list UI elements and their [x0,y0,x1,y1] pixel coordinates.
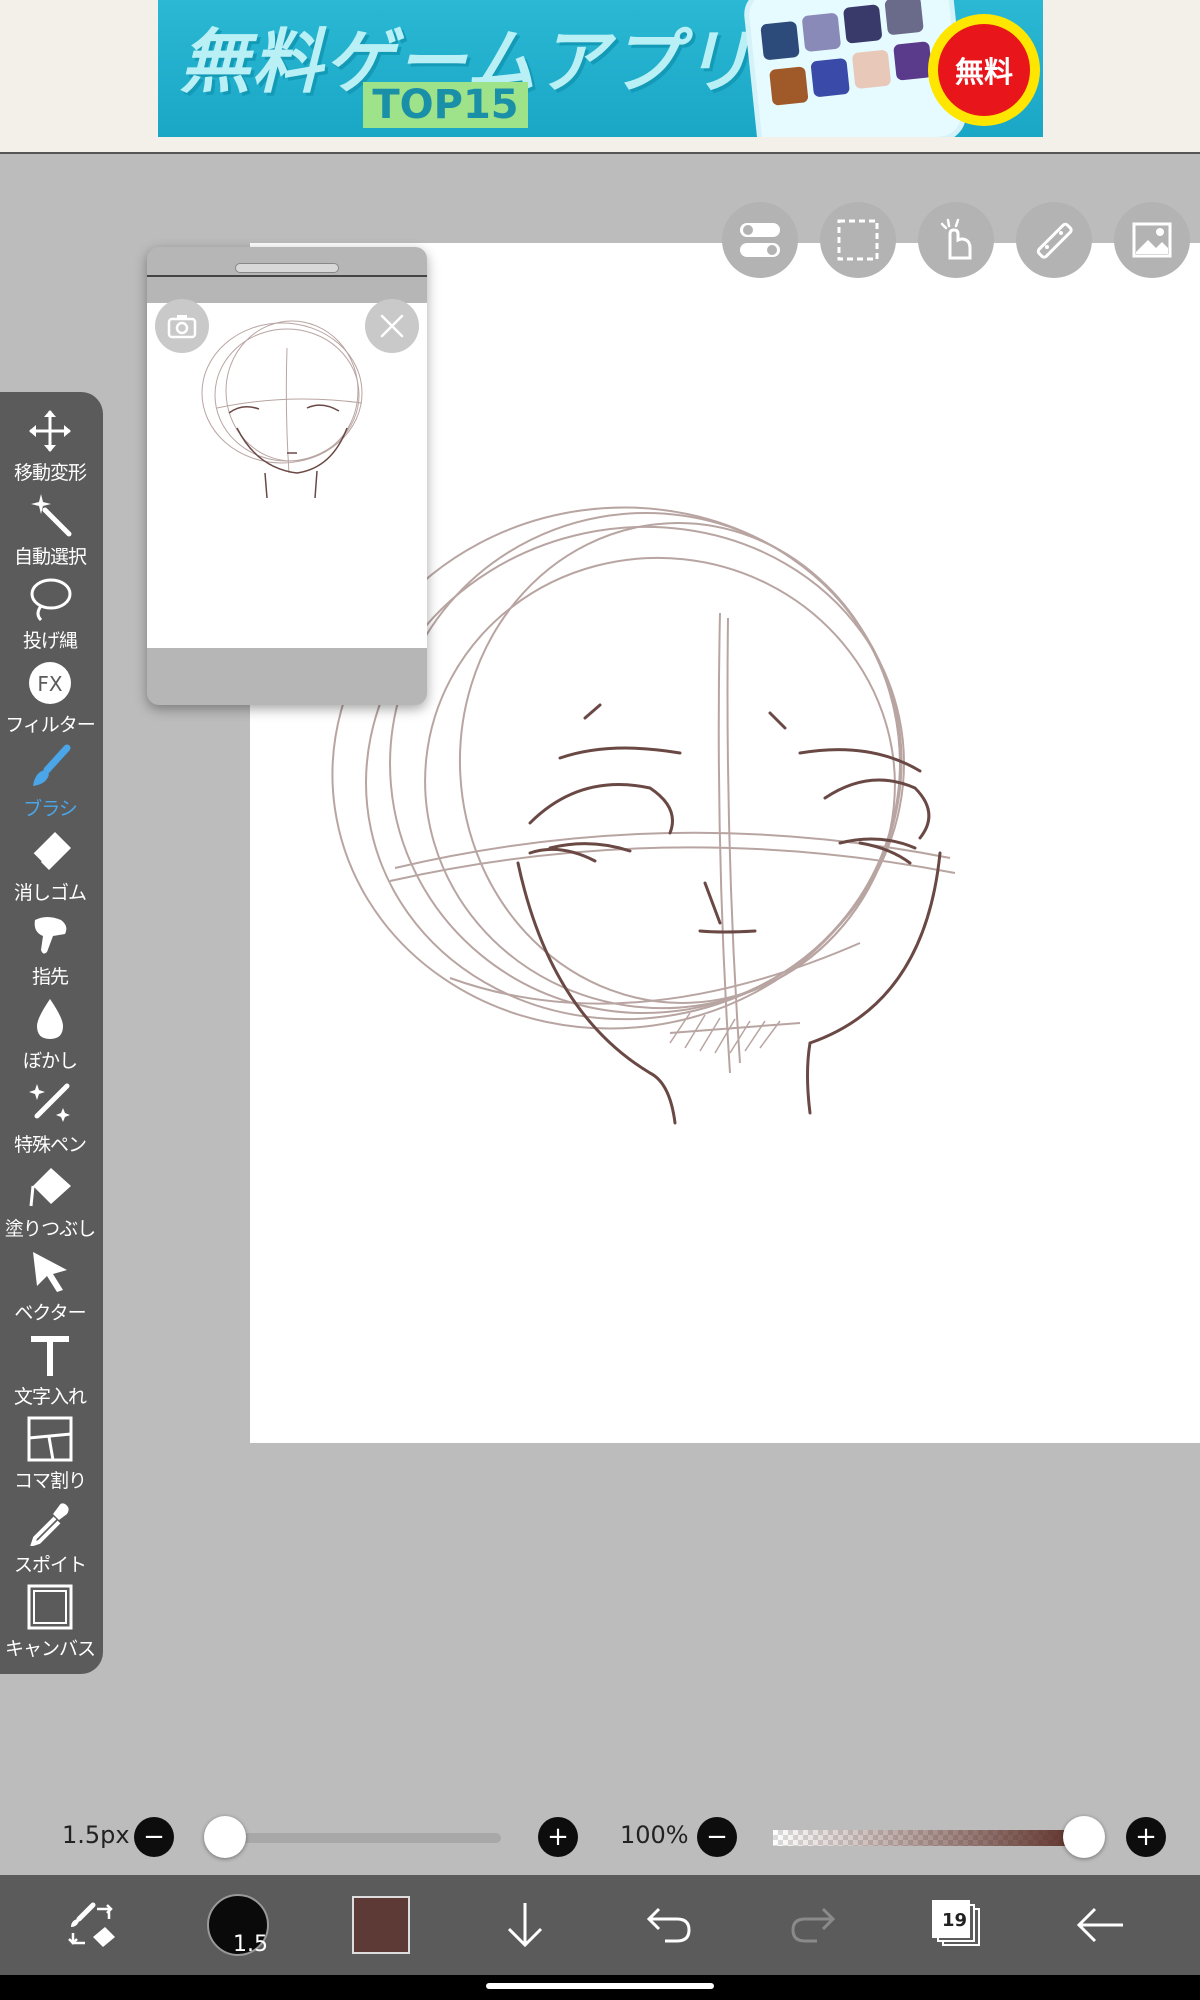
tool-label: 移動変形 [13,462,87,484]
tool-lasso[interactable]: 投げ縄 [0,572,100,656]
toggle-icon[interactable] [722,202,798,278]
svg-text:FX: FX [37,672,63,696]
canvas-icon [25,1582,75,1632]
preview-drag-handle[interactable] [235,263,339,273]
finger-icon [25,910,75,960]
vector-arrow-icon [25,1246,75,1296]
lasso-icon [25,574,75,624]
brush-icon [25,742,75,792]
size-increase-button[interactable]: + [538,1817,578,1857]
tool-label: キャンバス [4,1638,96,1660]
tool-filter[interactable]: FX フィルター [0,656,100,740]
tool-label: フィルター [5,714,96,736]
ad-badge-text: 無料 [938,24,1030,116]
ad-area: 無料ゲームアプリ TOP15 無料 [0,0,1200,154]
tool-label: 投げ縄 [22,630,78,652]
tool-label: 塗りつぶし [4,1218,96,1240]
fx-icon: FX [25,658,75,708]
tool-label: 消しゴム [13,882,87,904]
eyedropper-icon [25,1498,75,1548]
preview-divider [147,275,427,277]
brush-size-slider[interactable] [225,1833,501,1843]
magic-wand-icon [25,490,75,540]
hand-icon[interactable] [918,202,994,278]
tool-label: 指先 [31,966,69,988]
swap-brush-eraser-icon[interactable] [48,1875,138,1975]
download-arrow-icon[interactable] [480,1875,570,1975]
tool-eyedropper[interactable]: スポイト [0,1496,100,1580]
opacity-decrease-button[interactable]: − [697,1817,737,1857]
tool-label: ぼかし [22,1050,78,1072]
close-icon[interactable] [365,299,419,353]
home-indicator[interactable] [486,1983,714,1989]
tool-fill[interactable]: 塗りつぶし [0,1160,100,1244]
opacity-slider-thumb[interactable] [1063,1816,1105,1858]
tool-text[interactable]: 文字入れ [0,1328,100,1412]
tool-auto-select[interactable]: 自動選択 [0,488,100,572]
preview-canvas [147,303,427,648]
tool-eraser[interactable]: 消しゴム [0,824,100,908]
tool-panel[interactable]: コマ割り [0,1412,100,1496]
opacity-value: 100% [620,1821,689,1849]
preview-window[interactable] [147,247,427,705]
tool-label: コマ割り [13,1470,87,1492]
panel-icon [25,1414,75,1464]
ad-banner[interactable]: 無料ゲームアプリ TOP15 無料 [158,0,1043,137]
brush-slider-row: 1.5px − + 100% − + [0,1805,1200,1869]
move-icon [25,406,75,456]
tool-finger[interactable]: 指先 [0,908,100,992]
tool-label: スポイト [13,1554,87,1576]
tool-label: ベクター [14,1302,86,1324]
tool-blur[interactable]: ぼかし [0,992,100,1076]
tool-move-transform[interactable]: 移動変形 [0,404,100,488]
brush-size-value: 1.5px [62,1821,130,1849]
ad-subtitle: TOP15 [363,82,528,128]
opacity-increase-button[interactable]: + [1126,1817,1166,1857]
text-icon [25,1330,75,1380]
tool-brush[interactable]: ブラシ [0,740,100,824]
brush-size-slider-thumb[interactable] [204,1816,246,1858]
ruler-icon[interactable] [1016,202,1092,278]
layer-count: 19 [942,1910,968,1931]
color-picker-button[interactable] [336,1875,426,1975]
tool-label: 文字入れ [13,1386,87,1408]
tool-label: 自動選択 [13,546,87,568]
tool-sidebar: 移動変形 自動選択 投げ縄 FX フィルター ブラシ 消しゴム 指先 ぼかし 特… [0,392,103,1674]
ad-free-badge: 無料 [928,14,1040,126]
color-swatch [352,1896,410,1954]
undo-icon[interactable] [624,1875,714,1975]
brush-size-indicator[interactable]: 1.5 [193,1875,283,1975]
material-icon[interactable] [1114,202,1190,278]
layers-icon[interactable]: 19 [912,1875,1002,1975]
tool-label: 特殊ペン [13,1134,87,1156]
redo-icon[interactable] [768,1875,858,1975]
tool-special-pen[interactable]: 特殊ペン [0,1076,100,1160]
brush-size-number: 1.5 [233,1932,268,1957]
back-arrow-icon[interactable] [1056,1875,1146,1975]
selection-icon[interactable] [820,202,896,278]
tool-vector[interactable]: ベクター [0,1244,100,1328]
system-nav-bar [0,1975,1200,2000]
bottom-action-bar: 1.5 19 [0,1875,1200,1975]
eraser-icon [25,826,75,876]
sparkle-pen-icon [25,1078,75,1128]
tool-canvas[interactable]: キャンバス [0,1580,100,1664]
tool-label: ブラシ [23,798,78,820]
drop-icon [25,994,75,1044]
bucket-icon [25,1162,75,1212]
opacity-slider[interactable] [773,1830,1085,1846]
size-decrease-button[interactable]: − [134,1817,174,1857]
camera-icon[interactable] [155,299,209,353]
